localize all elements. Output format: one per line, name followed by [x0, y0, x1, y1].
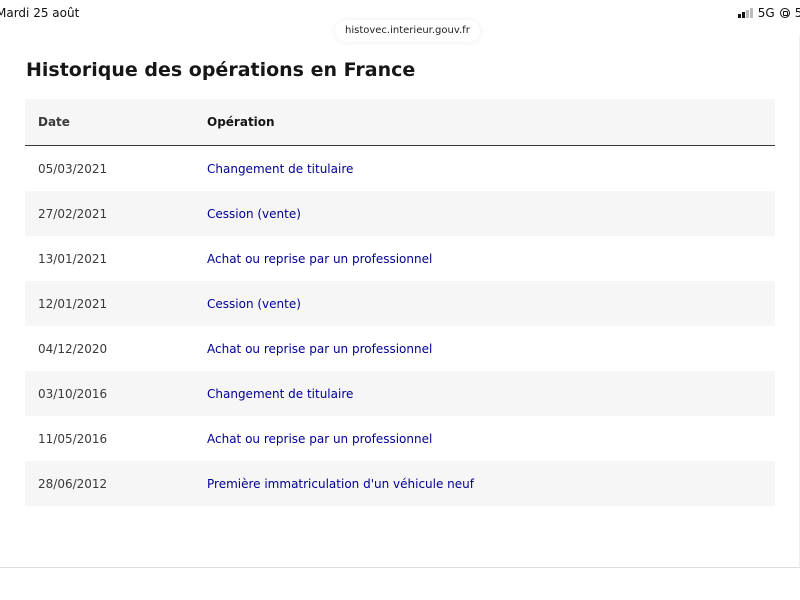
table-body: 05/03/2021 Changement de titulaire 27/02…: [25, 146, 775, 506]
row-date: 03/10/2016: [38, 386, 108, 401]
row-date: 27/02/2021: [38, 206, 108, 221]
table-row: 04/12/2020 Achat ou reprise par un profe…: [25, 326, 775, 371]
table-row: 03/10/2016 Changement de titulaire: [25, 371, 775, 416]
row-operation-link[interactable]: Changement de titulaire: [207, 162, 353, 176]
operations-table: Date Opération 05/03/2021 Changement de …: [25, 99, 775, 506]
section-title: Historique des opérations en France: [26, 59, 416, 81]
battery-level: 58: [794, 6, 800, 20]
row-operation-link[interactable]: Première immatriculation d'un véhicule n…: [207, 477, 474, 491]
row-date: 28/06/2012: [38, 476, 108, 491]
network-label: 5G: [757, 6, 775, 20]
row-date: 12/01/2021: [38, 296, 108, 311]
status-time: Mardi 25 août: [0, 6, 80, 20]
signal-icon: [737, 8, 753, 18]
table-row: 28/06/2012 Première immatriculation d'un…: [25, 461, 775, 506]
row-operation-link[interactable]: Cession (vente): [207, 207, 301, 221]
row-date: 05/03/2021: [38, 161, 108, 176]
table-row: 27/02/2021 Cession (vente): [25, 191, 775, 236]
row-date: 13/01/2021: [38, 251, 108, 266]
row-operation-link[interactable]: Achat ou reprise par un professionnel: [207, 432, 432, 446]
orientation-lock-icon: [779, 8, 790, 18]
row-date: 11/05/2016: [38, 431, 108, 446]
row-date: 04/12/2020: [38, 341, 108, 356]
row-operation-link[interactable]: Changement de titulaire: [207, 387, 353, 401]
row-operation-link[interactable]: Cession (vente): [207, 297, 301, 311]
table-row: 11/05/2016 Achat ou reprise par un profe…: [25, 416, 775, 461]
operations-history-card: Historique des opérations en France Date…: [0, 35, 800, 568]
table-row: 13/01/2021 Achat ou reprise par un profe…: [25, 236, 775, 281]
row-operation-link[interactable]: Achat ou reprise par un professionnel: [207, 342, 432, 356]
header-date: Date: [38, 115, 70, 129]
header-operation: Opération: [207, 115, 275, 129]
row-operation-link[interactable]: Achat ou reprise par un professionnel: [207, 252, 432, 266]
status-indicators: 5G 58: [737, 6, 800, 20]
table-header: Date Opération: [25, 99, 775, 146]
table-row: 05/03/2021 Changement de titulaire: [25, 146, 775, 191]
table-row: 12/01/2021 Cession (vente): [25, 281, 775, 326]
